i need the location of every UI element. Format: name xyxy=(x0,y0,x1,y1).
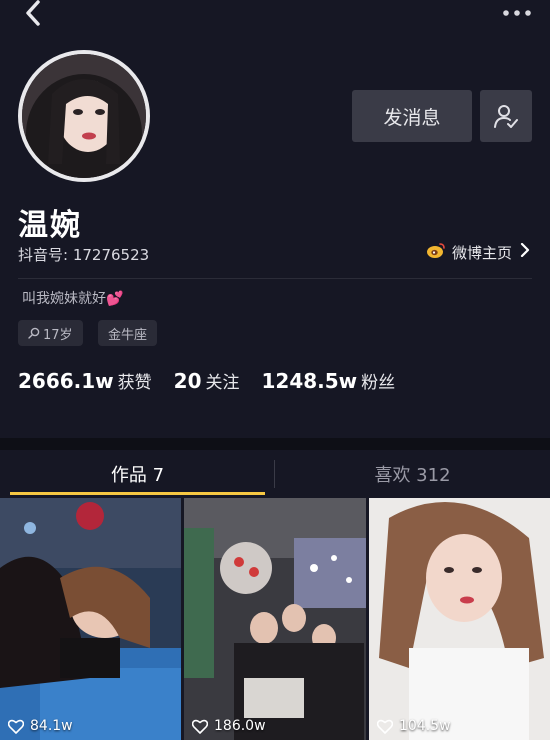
stat-following-value: 20 xyxy=(173,369,202,393)
content-tabs: 作品 7 喜欢 312 xyxy=(0,450,550,498)
stats-row: 2666.1w 获赞 20 关注 1248.5w 粉丝 xyxy=(18,368,417,393)
heart-icon xyxy=(377,719,393,734)
video-thumbnail[interactable]: 186.0w xyxy=(184,498,366,740)
zodiac-tag: 金牛座 xyxy=(98,320,158,346)
video-thumbnail-image xyxy=(0,498,181,740)
zodiac-label: 金牛座 xyxy=(108,327,148,343)
more-horizontal-icon xyxy=(503,10,531,16)
video-like-count: 84.1w xyxy=(8,718,73,734)
video-like-count: 186.0w xyxy=(192,718,266,734)
avatar[interactable] xyxy=(18,50,150,182)
video-like-count-value: 104.5w xyxy=(399,718,451,734)
video-thumbnail[interactable]: 104.5w xyxy=(369,498,550,740)
chevron-left-icon xyxy=(26,0,40,26)
top-bar xyxy=(0,0,550,34)
weibo-homepage-link[interactable]: 微博主页 xyxy=(426,241,530,263)
age-label: 17岁 xyxy=(43,327,73,343)
add-user-icon xyxy=(494,105,518,128)
douyin-id: 抖音号: 17276523 xyxy=(18,246,150,264)
active-tab-indicator xyxy=(10,492,265,495)
back-button[interactable] xyxy=(18,0,48,30)
stat-followers-label: 粉丝 xyxy=(361,373,396,393)
video-thumbnail[interactable]: 84.1w xyxy=(0,498,181,740)
bio-emoji: 💕 xyxy=(106,291,124,307)
heart-icon xyxy=(8,719,24,734)
more-button[interactable] xyxy=(500,4,534,22)
follow-button[interactable] xyxy=(480,90,532,142)
divider xyxy=(18,278,532,279)
video-like-count: 104.5w xyxy=(377,718,451,734)
stat-likes-label: 获赞 xyxy=(117,373,152,393)
avatar-photo xyxy=(22,54,146,178)
chevron-right-icon xyxy=(520,242,530,261)
age-tag: 17岁 xyxy=(18,320,83,346)
female-icon xyxy=(28,327,40,339)
stat-likes[interactable]: 2666.1w 获赞 xyxy=(18,368,152,393)
video-like-count-value: 84.1w xyxy=(30,718,73,734)
tab-works[interactable]: 作品 7 xyxy=(0,450,275,498)
stat-likes-value: 2666.1w xyxy=(18,369,114,393)
stat-followers-value: 1248.5w xyxy=(261,369,358,393)
tab-likes[interactable]: 喜欢 312 xyxy=(275,450,550,498)
video-thumbnail-image xyxy=(184,498,366,740)
stat-followers[interactable]: 1248.5w 粉丝 xyxy=(262,368,396,393)
bio: 叫我婉妹就好💕 xyxy=(22,288,123,308)
send-message-button[interactable]: 发消息 xyxy=(352,90,472,142)
video-thumbnail-image xyxy=(369,498,550,740)
section-gap xyxy=(0,438,550,450)
profile-name: 温婉 xyxy=(18,208,82,243)
weibo-link-label: 微博主页 xyxy=(451,243,512,262)
stat-following[interactable]: 20 关注 xyxy=(174,368,240,393)
weibo-icon xyxy=(426,241,446,263)
video-grid: 84.1w 186.0w 104.5w xyxy=(0,498,550,740)
stat-following-label: 关注 xyxy=(205,373,240,393)
heart-icon xyxy=(192,719,208,734)
video-like-count-value: 186.0w xyxy=(214,718,266,734)
bio-text: 叫我婉妹就好 xyxy=(22,291,106,307)
